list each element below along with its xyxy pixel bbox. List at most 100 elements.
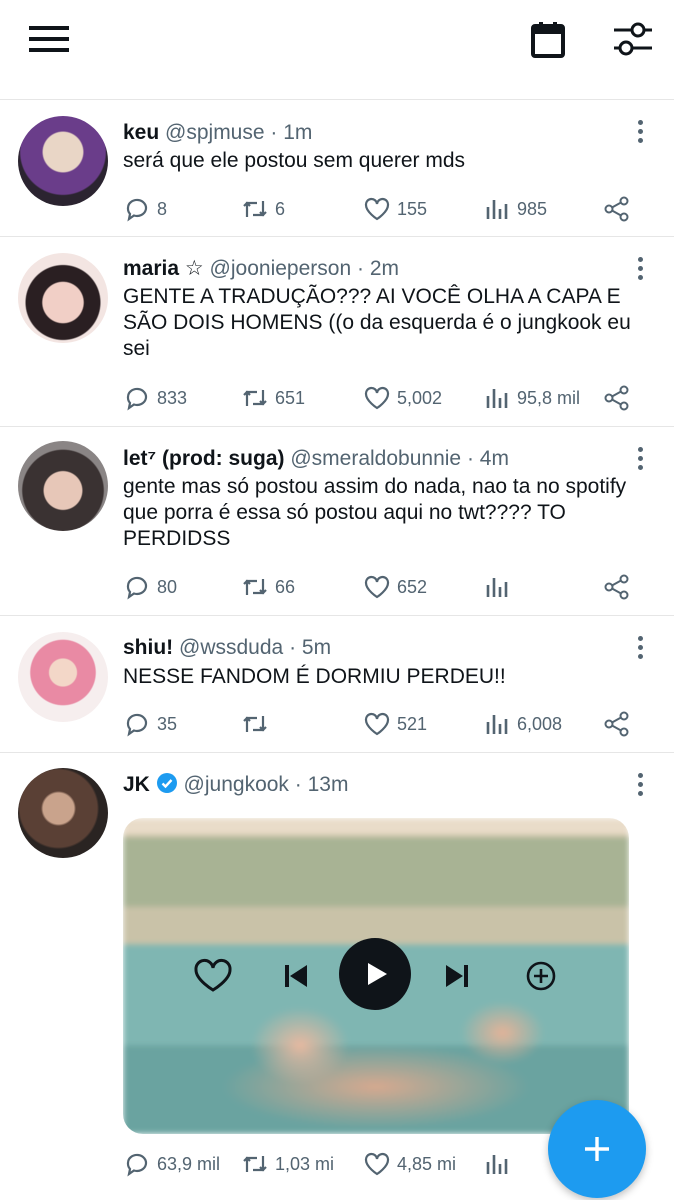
retweet-icon (243, 716, 267, 732)
author-name[interactable]: keu (123, 121, 159, 144)
share-icon (604, 711, 629, 737)
like-button[interactable]: 652 (363, 572, 427, 602)
like-button[interactable]: 5,002 (363, 383, 442, 413)
retweet-button[interactable] (241, 709, 275, 739)
reply-button[interactable]: 80 (123, 572, 177, 602)
views-icon (486, 715, 508, 734)
author-handle[interactable]: @joonieperson (210, 257, 352, 280)
reply-icon (126, 576, 148, 600)
tweet[interactable]: let⁷ (prod: suga) @smeraldobunnie · 4m g… (0, 427, 674, 616)
reply-icon (126, 198, 148, 222)
retweet-icon (243, 201, 267, 217)
avatar[interactable] (18, 441, 108, 531)
reply-icon (126, 713, 148, 737)
reply-button[interactable]: 8 (123, 194, 167, 224)
top-bar (0, 0, 674, 100)
heart-icon (364, 712, 390, 736)
views-icon (486, 389, 508, 408)
author-handle[interactable]: @smeraldobunnie (290, 447, 461, 470)
share-button[interactable] (603, 194, 637, 224)
add-circle-icon[interactable] (525, 960, 557, 997)
hamburger-menu-icon[interactable] (26, 24, 72, 54)
share-button[interactable] (603, 709, 637, 739)
views-button[interactable] (483, 1149, 517, 1179)
reply-count: 35 (157, 713, 178, 734)
avatar[interactable] (18, 116, 108, 206)
retweet-button[interactable]: 6 (241, 194, 285, 224)
more-vertical-icon[interactable] (634, 120, 646, 146)
verified-badge-icon (156, 772, 178, 801)
view-count: 95,8 mil (517, 387, 581, 408)
tweet-text: GENTE A TRADUÇÃO??? AI VOCÊ OLHA A CAPA … (123, 285, 631, 360)
views-button[interactable] (483, 572, 517, 602)
action-bar: 833 651 5,002 95,8 mil (123, 383, 643, 413)
retweet-count: 66 (275, 576, 296, 597)
timestamp[interactable]: 13m (308, 773, 349, 796)
author-name[interactable]: let⁷ (prod: suga) (123, 447, 285, 470)
author-handle[interactable]: @wssduda (179, 636, 283, 659)
author-name[interactable]: shiu! (123, 636, 173, 659)
retweet-count: 6 (275, 198, 286, 219)
like-button[interactable]: 521 (363, 709, 427, 739)
retweet-icon (243, 390, 267, 406)
audio-player-card[interactable] (123, 818, 629, 1134)
heart-icon (364, 575, 390, 599)
timestamp[interactable]: 1m (283, 121, 312, 144)
retweet-icon (243, 579, 267, 595)
reply-count: 63,9 mil (157, 1153, 221, 1174)
retweet-button[interactable]: 651 (241, 383, 305, 413)
tweet[interactable]: shiu! @wssduda · 5m NESSE FANDOM É DORMI… (0, 616, 674, 753)
tweet[interactable]: maria ☆ @joonieperson · 2m GENTE A TRADU… (0, 237, 674, 427)
views-button[interactable]: 6,008 (483, 709, 562, 739)
share-button[interactable] (603, 383, 637, 413)
play-button[interactable] (339, 938, 411, 1010)
more-vertical-icon[interactable] (634, 447, 646, 473)
views-button[interactable]: 985 (483, 194, 547, 224)
more-vertical-icon[interactable] (634, 773, 646, 799)
retweet-count: 651 (275, 387, 306, 408)
retweet-button[interactable]: 1,03 mi (241, 1149, 334, 1179)
timestamp[interactable]: 4m (480, 447, 509, 470)
tweet-header: maria ☆ @joonieperson · 2m (123, 257, 399, 280)
retweet-icon (243, 1156, 267, 1172)
heart-icon (364, 197, 390, 221)
like-count: 5,002 (397, 387, 443, 408)
author-name[interactable]: maria ☆ (123, 257, 204, 280)
views-icon (486, 200, 508, 219)
retweet-button[interactable]: 66 (241, 572, 295, 602)
calendar-icon[interactable] (528, 20, 568, 60)
like-count: 652 (397, 576, 428, 597)
view-count: 985 (517, 198, 548, 219)
author-handle[interactable]: @spjmuse (165, 121, 265, 144)
timestamp[interactable]: 2m (370, 257, 399, 280)
previous-icon[interactable] (283, 963, 309, 994)
tweet-header: shiu! @wssduda · 5m (123, 636, 332, 659)
tweet-text: gente mas só postou assim do nada, nao t… (123, 475, 627, 550)
author-handle[interactable]: @jungkook (184, 773, 289, 796)
heart-icon (364, 1152, 390, 1176)
avatar[interactable] (18, 253, 108, 343)
avatar[interactable] (18, 632, 108, 722)
reply-button[interactable]: 833 (123, 383, 187, 413)
more-vertical-icon[interactable] (634, 257, 646, 283)
views-button[interactable]: 95,8 mil (483, 383, 580, 413)
like-button[interactable]: 155 (363, 194, 427, 224)
sliders-icon[interactable] (610, 18, 654, 60)
reply-button[interactable]: 35 (123, 709, 177, 739)
heart-icon (364, 386, 390, 410)
next-icon[interactable] (444, 963, 470, 994)
author-name[interactable]: JK (123, 773, 150, 796)
like-button[interactable]: 4,85 mi (363, 1149, 456, 1179)
like-count: 4,85 mi (397, 1153, 457, 1174)
more-vertical-icon[interactable] (634, 636, 646, 662)
tweet-header: let⁷ (prod: suga) @smeraldobunnie · 4m (123, 447, 509, 470)
timestamp[interactable]: 5m (302, 636, 331, 659)
heart-icon[interactable] (193, 958, 233, 999)
avatar[interactable] (18, 768, 108, 858)
tweet[interactable]: keu @spjmuse · 1m será que ele postou se… (0, 100, 674, 237)
share-icon (604, 385, 629, 411)
reply-button[interactable]: 63,9 mil (123, 1149, 220, 1179)
share-button[interactable] (603, 572, 637, 602)
plus-icon (585, 1137, 609, 1161)
compose-button[interactable] (548, 1100, 646, 1198)
